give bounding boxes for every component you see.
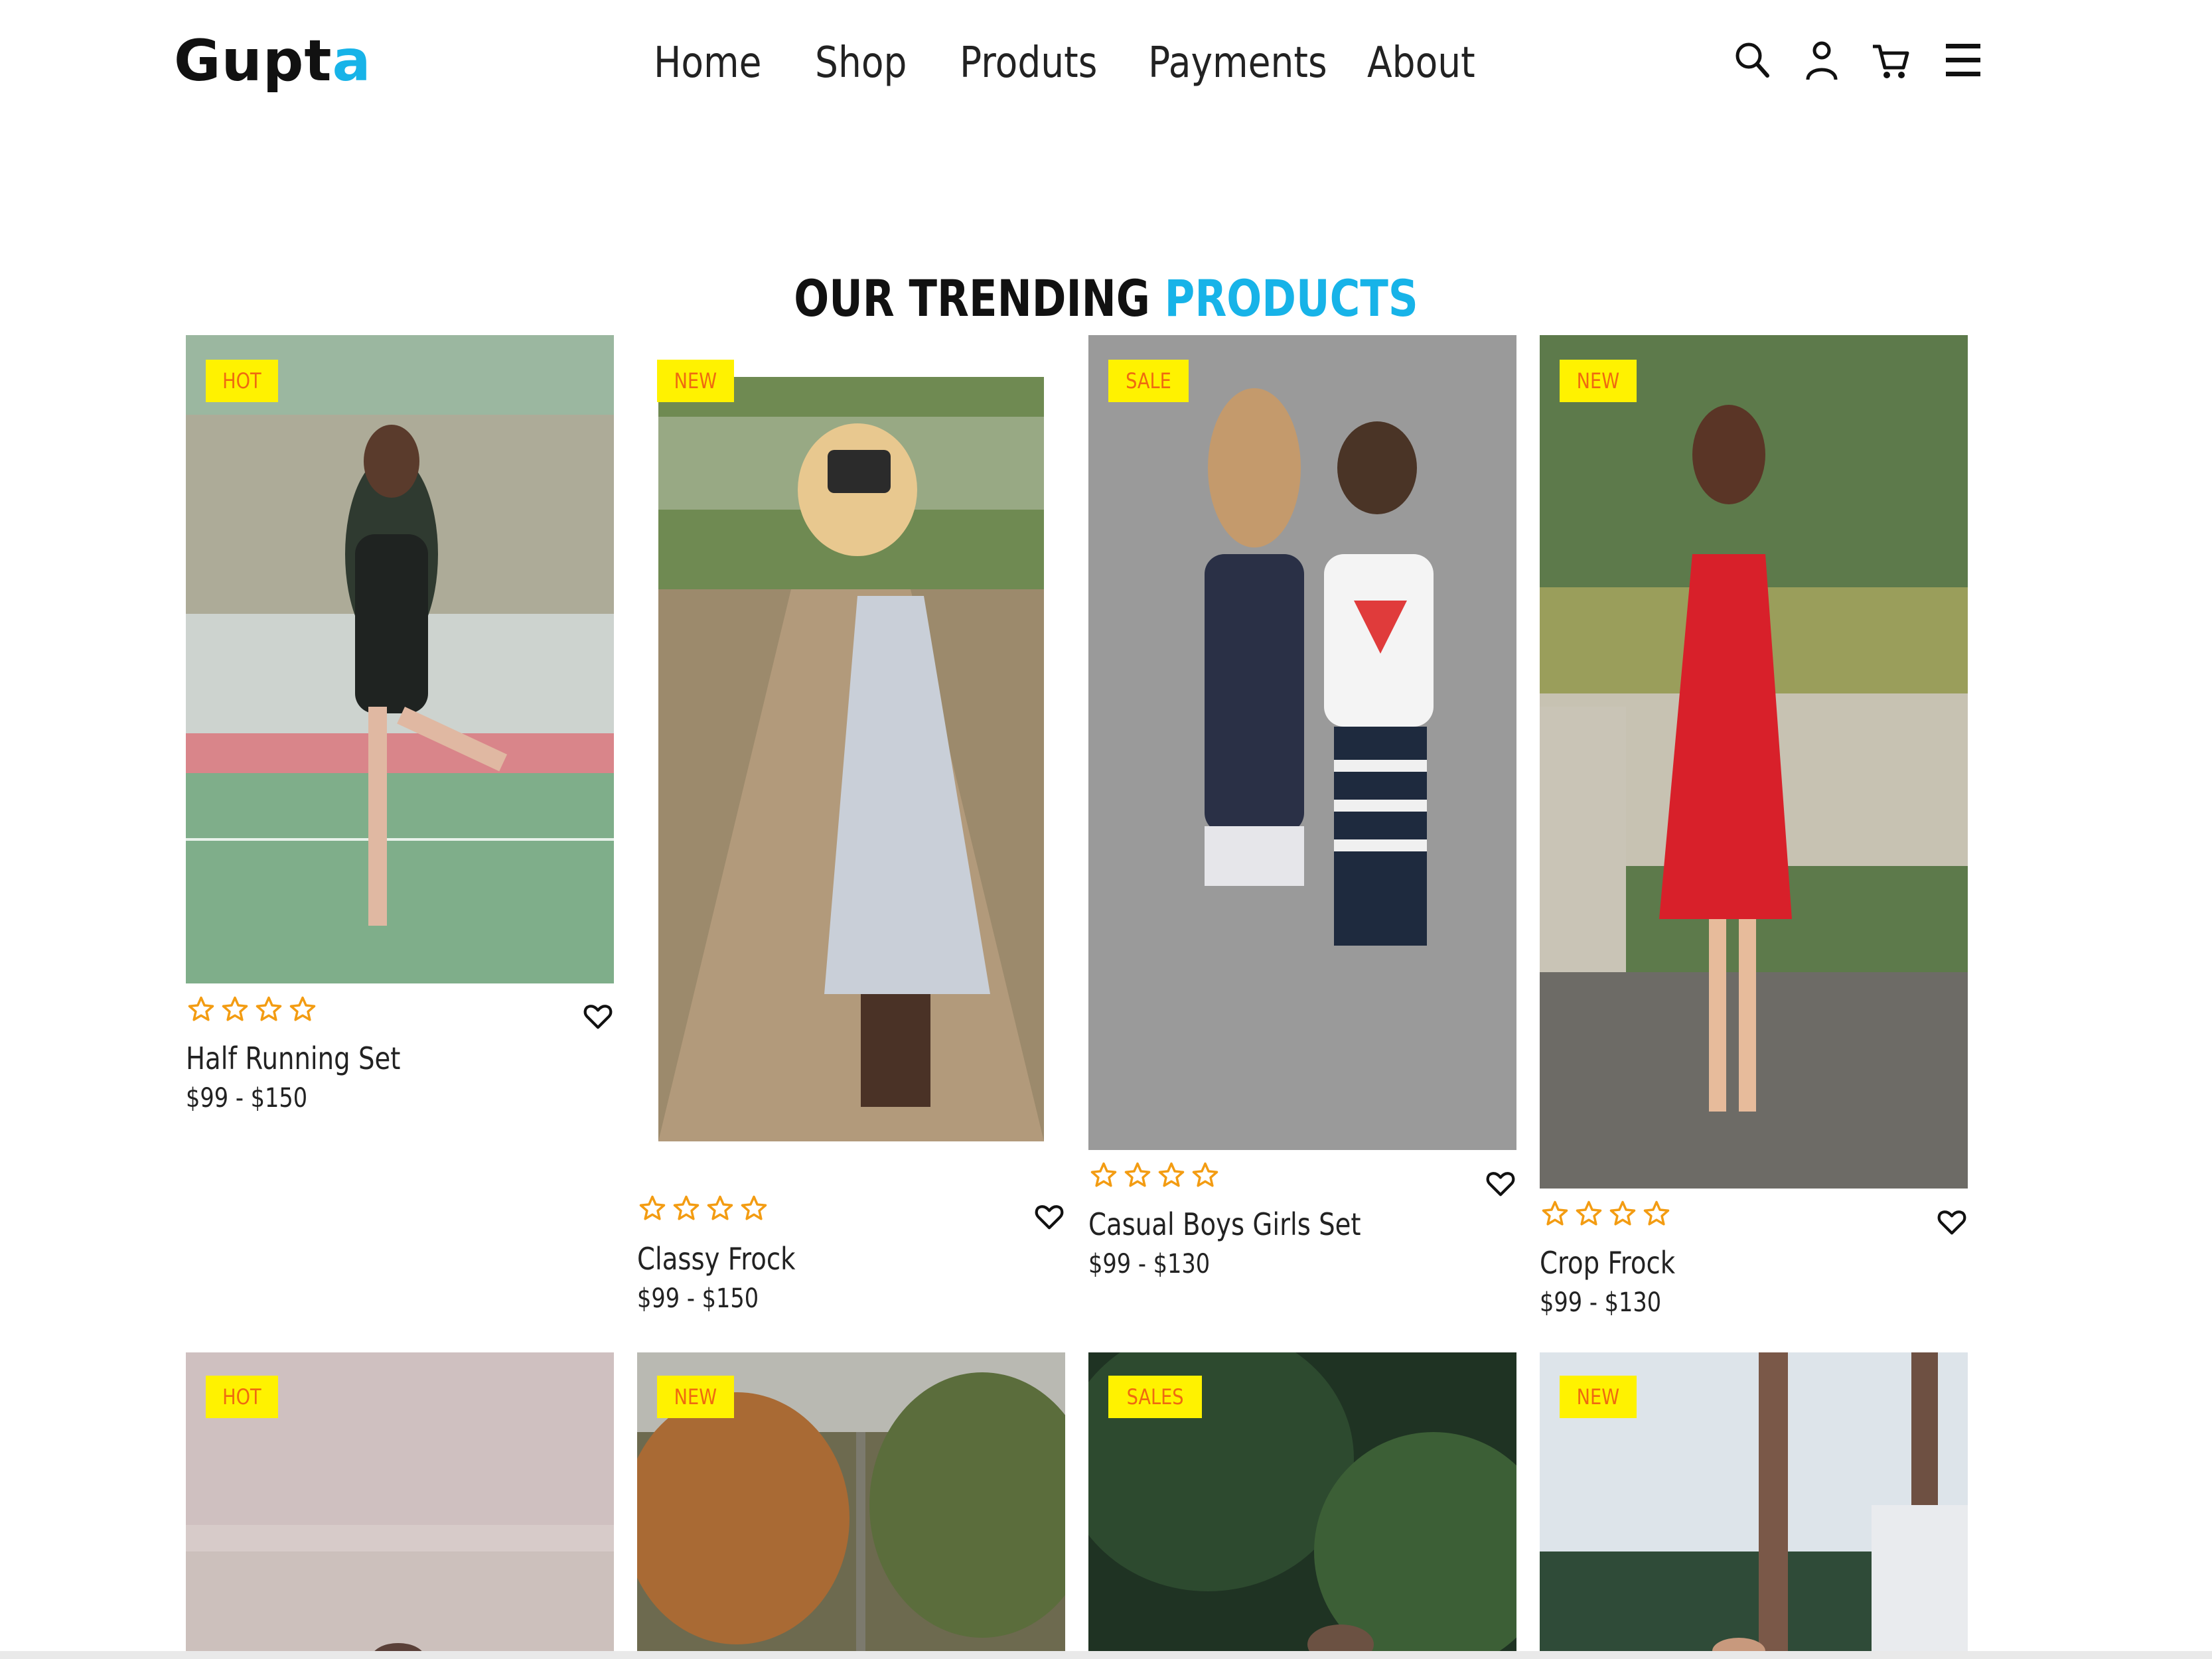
star-icon [1191,1161,1219,1189]
star-icon [187,995,215,1023]
star-icon [1609,1200,1637,1228]
nav-about[interactable]: About [1367,38,1475,88]
logo[interactable]: Gupta [174,28,372,94]
product-photo[interactable] [658,377,1044,1141]
product-badge: NEW [1560,360,1637,402]
product-badge: HOT [206,360,278,402]
star-icon [1124,1161,1151,1189]
star-icon [740,1194,768,1222]
user-icon[interactable] [1802,38,1842,82]
product-name[interactable]: Crop Frock [1540,1245,1675,1281]
logo-accent: a [332,28,372,94]
section-title-main: OUR TRENDING [794,269,1165,328]
search-icon[interactable] [1732,38,1772,82]
nav-home[interactable]: Home [654,38,762,88]
star-icon [706,1194,734,1222]
star-icon [1575,1200,1603,1228]
logo-main: Gupt [174,28,332,94]
star-icon [289,995,317,1023]
star-icon [221,995,249,1023]
nav-shop[interactable]: Shop [815,38,907,88]
product-photo[interactable] [1088,335,1516,1150]
wishlist-heart-icon[interactable] [1485,1168,1516,1198]
cart-icon[interactable] [1870,38,1910,82]
star-icon [672,1194,700,1222]
star-icon [1643,1200,1670,1228]
star-icon [1157,1161,1185,1189]
product-price: $99 - $150 [186,1083,308,1114]
product-badge: NEW [657,1376,734,1418]
product-badge: SALE [1108,360,1189,402]
product-badge: NEW [1560,1376,1637,1418]
product-photo[interactable] [1540,335,1968,1189]
product-badge: HOT [206,1376,278,1418]
product-price: $99 - $150 [637,1283,759,1314]
product-name[interactable]: Half Running Set [186,1041,400,1076]
star-icon [255,995,283,1023]
section-title: OUR TRENDING PRODUCTS [0,269,2212,328]
menu-icon[interactable] [1943,38,1983,82]
star-icon [1541,1200,1569,1228]
nav-payments[interactable]: Payments [1148,38,1327,88]
product-price: $99 - $130 [1088,1249,1211,1279]
product-name[interactable]: Casual Boys Girls Set [1088,1206,1361,1242]
wishlist-heart-icon[interactable] [1034,1201,1065,1232]
wishlist-heart-icon[interactable] [1937,1206,1967,1237]
product-badge: NEW [657,360,734,402]
nav-products[interactable]: Produts [960,38,1097,88]
star-icon [638,1194,666,1222]
product-price: $99 - $130 [1540,1287,1662,1318]
wishlist-heart-icon[interactable] [583,1001,613,1031]
section-title-accent: PRODUCTS [1164,269,1418,328]
product-name[interactable]: Classy Frock [637,1241,796,1277]
star-icon [1090,1161,1118,1189]
product-photo[interactable] [186,335,614,983]
horizontal-scrollbar[interactable] [0,1651,2212,1659]
product-badge: SALES [1108,1376,1203,1418]
